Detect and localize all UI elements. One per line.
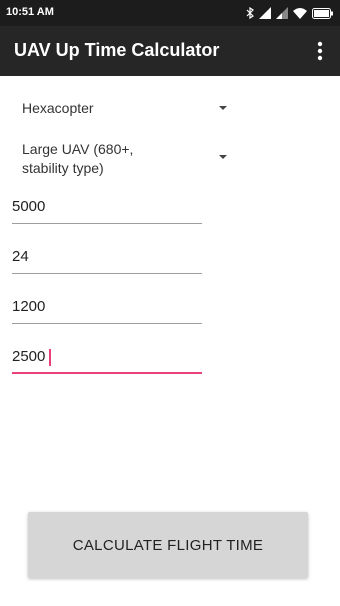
signal-icon: [276, 7, 288, 19]
status-icons: [246, 5, 334, 21]
input-field-1-input[interactable]: [12, 190, 202, 222]
input-field-2-input[interactable]: [12, 240, 202, 272]
app-title: UAV Up Time Calculator: [14, 40, 220, 60]
wifi-icon: [293, 8, 307, 19]
input-field-1[interactable]: [12, 190, 202, 224]
signal-icon: [259, 7, 271, 19]
vehicle-type-value: Hexacopter: [22, 100, 94, 116]
status-bar: 10:51 AM: [0, 0, 340, 26]
input-field-3[interactable]: [12, 290, 202, 324]
input-field-3-input[interactable]: [12, 290, 202, 322]
input-field-2[interactable]: [12, 240, 202, 274]
input-underline: [12, 273, 202, 274]
uav-size-spinner[interactable]: Large UAV (680+, stability type): [22, 140, 227, 180]
status-time: 10:51 AM: [6, 6, 54, 18]
text-cursor: [49, 349, 51, 366]
app-bar: UAV Up Time Calculator: [0, 26, 340, 76]
calculate-flight-time-button[interactable]: CALCULATE FLIGHT TIME: [28, 512, 308, 578]
more-vert-icon[interactable]: [308, 36, 332, 66]
vehicle-type-spinner[interactable]: Hexacopter: [22, 99, 227, 121]
dropdown-arrow-icon: [219, 106, 227, 110]
dropdown-arrow-icon: [219, 155, 227, 159]
input-field-4-input[interactable]: [12, 340, 202, 372]
battery-icon: [312, 7, 333, 19]
uav-size-value: Large UAV (680+, stability type): [22, 141, 134, 176]
input-underline-focused: [12, 372, 202, 374]
input-underline: [12, 323, 202, 324]
input-underline: [12, 223, 202, 224]
bluetooth-icon: [246, 7, 254, 19]
input-field-4[interactable]: [12, 340, 202, 374]
